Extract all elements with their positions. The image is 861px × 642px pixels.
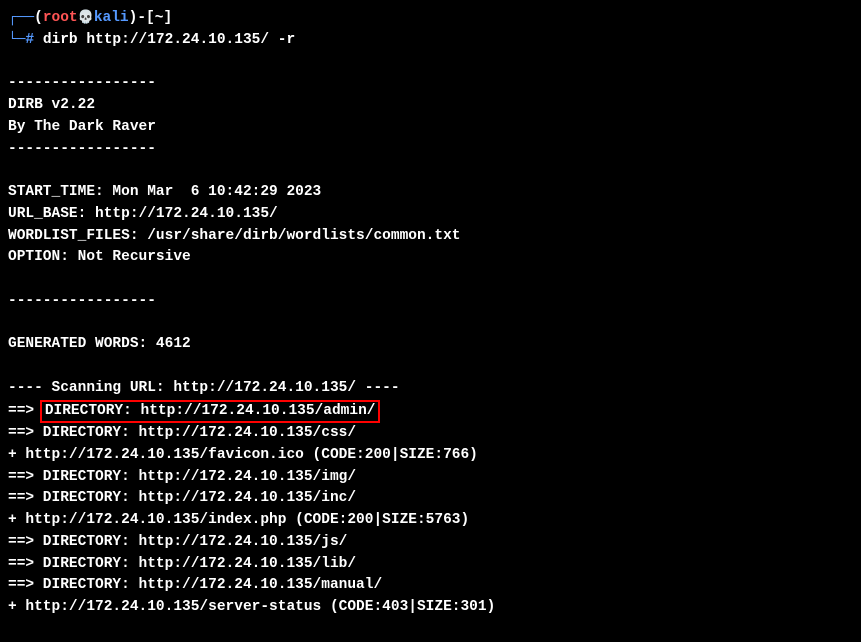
prompt-user: root <box>43 10 78 26</box>
result-line-admin: ==> DIRECTORY: http://172.24.10.135/admi… <box>8 400 853 424</box>
dirb-version: DIRB v2.22 <box>8 95 853 117</box>
blank-line <box>8 52 853 74</box>
result-line-index: + http://172.24.10.135/index.php (CODE:2… <box>8 510 853 532</box>
command-text[interactable]: dirb http://172.24.10.135/ -r <box>43 32 295 48</box>
blank-line <box>8 313 853 335</box>
terminal-output: ┌──(root💀kali)-[~] └─# dirb http://172.2… <box>8 8 853 619</box>
result-line-server-status: + http://172.24.10.135/server-status (CO… <box>8 597 853 619</box>
prompt-open-bracket: [ <box>146 10 155 26</box>
prompt-open-paren: ( <box>34 10 43 26</box>
prompt-dash: - <box>137 10 146 26</box>
generated-words: GENERATED WORDS: 4612 <box>8 334 853 356</box>
result-line-lib: ==> DIRECTORY: http://172.24.10.135/lib/ <box>8 554 853 576</box>
start-time: START_TIME: Mon Mar 6 10:42:29 2023 <box>8 182 853 204</box>
skull-icon: 💀 <box>78 10 94 25</box>
highlighted-directory: DIRECTORY: http://172.24.10.135/admin/ <box>40 400 381 424</box>
result-line-manual: ==> DIRECTORY: http://172.24.10.135/manu… <box>8 575 853 597</box>
result-line-css: ==> DIRECTORY: http://172.24.10.135/css/ <box>8 423 853 445</box>
scanning-url: ---- Scanning URL: http://172.24.10.135/… <box>8 378 853 400</box>
result-prefix: ==> <box>8 403 43 419</box>
separator: ----------------- <box>8 73 853 95</box>
result-line-favicon: + http://172.24.10.135/favicon.ico (CODE… <box>8 445 853 467</box>
dirb-author: By The Dark Raver <box>8 117 853 139</box>
result-line-img: ==> DIRECTORY: http://172.24.10.135/img/ <box>8 467 853 489</box>
separator: ----------------- <box>8 139 853 161</box>
prompt-corner-top: ┌── <box>8 10 34 26</box>
prompt-host: kali <box>94 10 129 26</box>
prompt-line-1: ┌──(root💀kali)-[~] <box>8 8 853 30</box>
result-line-inc: ==> DIRECTORY: http://172.24.10.135/inc/ <box>8 488 853 510</box>
result-line-js: ==> DIRECTORY: http://172.24.10.135/js/ <box>8 532 853 554</box>
url-base: URL_BASE: http://172.24.10.135/ <box>8 204 853 226</box>
blank-line <box>8 356 853 378</box>
prompt-close-bracket: ] <box>163 10 172 26</box>
blank-line <box>8 269 853 291</box>
prompt-hash: # <box>25 32 34 48</box>
prompt-corner-bottom: └─ <box>8 32 25 48</box>
wordlist-files: WORDLIST_FILES: /usr/share/dirb/wordlist… <box>8 226 853 248</box>
option: OPTION: Not Recursive <box>8 247 853 269</box>
prompt-line-2: └─# dirb http://172.24.10.135/ -r <box>8 30 853 52</box>
separator: ----------------- <box>8 291 853 313</box>
blank-line <box>8 160 853 182</box>
